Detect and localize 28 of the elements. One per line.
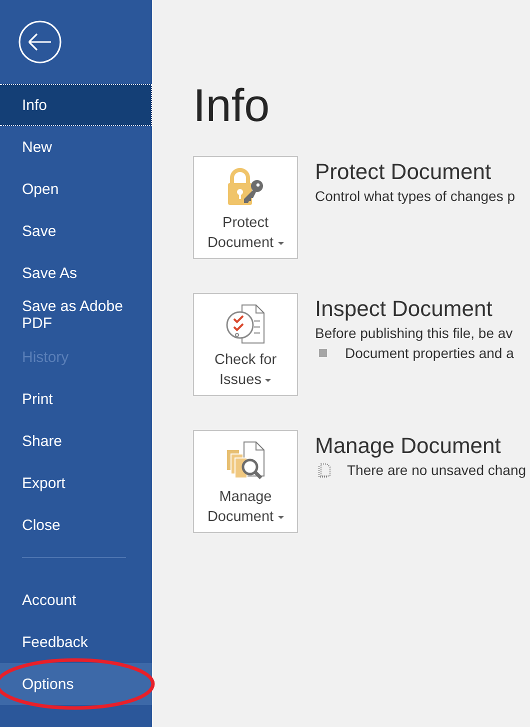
menu-item[interactable]: Close: [0, 504, 152, 546]
protect-document-button[interactable]: Protect Document: [193, 156, 298, 259]
bullet-square-icon: [319, 349, 327, 357]
menu-item[interactable]: Save As: [0, 252, 152, 294]
section-description: Control what types of changes p: [315, 187, 516, 206]
menu-item[interactable]: Share: [0, 420, 152, 462]
manage-document-button[interactable]: Manage Document: [193, 430, 298, 533]
section-heading: Inspect Document: [315, 295, 494, 323]
section-description: Before publishing this file, be av: [315, 324, 514, 343]
section-heading: Protect Document: [315, 158, 492, 186]
menu-item[interactable]: Feedback: [0, 621, 152, 663]
check-for-issues-button[interactable]: Check for Issues: [193, 293, 298, 396]
back-button[interactable]: [18, 20, 62, 64]
menu-item[interactable]: Info: [0, 84, 152, 126]
menu-item[interactable]: Print: [0, 378, 152, 420]
menu-item[interactable]: Open: [0, 168, 152, 210]
menu-item[interactable]: Save as Adobe PDF: [0, 294, 152, 336]
bullet-text: Document properties and a: [345, 344, 514, 363]
checklist-document-icon: [224, 303, 268, 345]
bullet-text: There are no unsaved chang: [347, 461, 526, 480]
dotted-document-icon: [317, 462, 333, 478]
menu-item[interactable]: Save: [0, 210, 152, 252]
menu-item[interactable]: New: [0, 126, 152, 168]
section-heading: Manage Document: [315, 432, 502, 460]
menu-item[interactable]: Options: [0, 663, 152, 705]
page-title: Info: [193, 78, 271, 132]
menu-item[interactable]: Account: [0, 579, 152, 621]
menu-item[interactable]: Export: [0, 462, 152, 504]
